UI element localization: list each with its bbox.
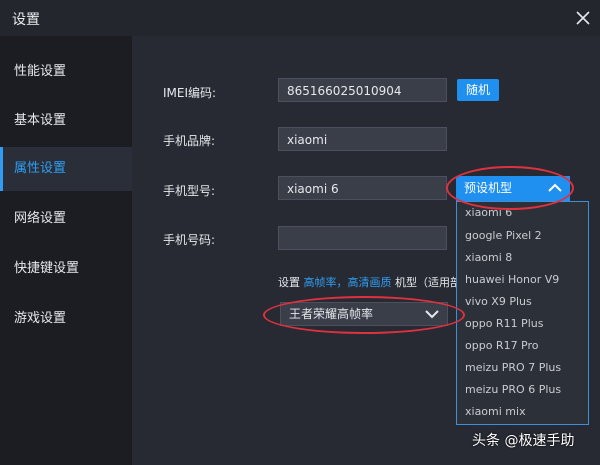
model-label: 手机型号: [163,184,216,198]
random-button[interactable]: 随机 [457,79,499,101]
brand-field[interactable]: xiaomi [278,127,447,151]
preset-option[interactable]: oppo R17 Pro [465,339,539,352]
preset-option[interactable]: oppo R11 Plus [465,317,543,330]
preset-option[interactable]: meizu PRO 7 Plus [465,361,561,374]
model-field[interactable]: xiaomi 6 [278,176,447,200]
hint-suffix: 机型（适用部 [395,276,461,289]
preset-option[interactable]: vivo X9 Plus [465,295,532,308]
sidebar-item-properties[interactable]: 属性设置 [0,147,132,191]
preset-model-select-label: 预设机型 [464,181,513,195]
preset-model-select[interactable]: 预设机型 [456,176,570,201]
imei-label: IMEI编码: [163,86,217,100]
preset-option[interactable]: xiaomi 8 [465,251,512,264]
sidebar-item-shortcuts[interactable]: 快捷键设置 [0,247,132,291]
imei-field[interactable]: 865166025010904 [278,78,447,102]
title-bar: 设置 [0,0,600,36]
brand-label: 手机品牌: [163,134,216,148]
hint-prefix: 设置 [278,276,300,289]
phone-label: 手机号码: [163,233,216,247]
window-title: 设置 [12,12,40,28]
hint-separator: ， [336,276,348,289]
hint-link-hd[interactable]: 高清画质 [348,276,392,289]
preset-option[interactable]: xiaomi 6 [465,206,512,219]
preset-model-dropdown: xiaomi 6 google Pixel 2 xiaomi 8 huawei … [456,201,589,425]
game-preset-select[interactable]: 王者荣耀高帧率 [280,302,448,326]
watermark: 头条 @极速手助 [472,433,575,449]
phone-field[interactable] [278,226,447,250]
preset-option[interactable]: google Pixel 2 [465,229,542,242]
chevron-up-icon [548,183,562,192]
chevron-down-icon [425,310,439,319]
sidebar-item-network[interactable]: 网络设置 [0,197,132,241]
preset-option[interactable]: meizu PRO 6 Plus [465,383,561,396]
sidebar: 性能设置 基本设置 属性设置 网络设置 快捷键设置 游戏设置 [0,36,132,465]
hint-text: 设置 高帧率，高清画质 机型（适用部 [278,274,461,290]
hint-link-high-fps[interactable]: 高帧率 [304,276,337,289]
sidebar-item-basic[interactable]: 基本设置 [0,99,132,143]
game-preset-select-label: 王者荣耀高帧率 [289,307,374,321]
sidebar-item-game[interactable]: 游戏设置 [0,297,132,341]
sidebar-item-performance[interactable]: 性能设置 [0,50,132,94]
close-icon[interactable] [573,8,593,28]
preset-option[interactable]: xiaomi mix [465,405,526,418]
preset-option[interactable]: huawei Honor V9 [465,273,559,286]
